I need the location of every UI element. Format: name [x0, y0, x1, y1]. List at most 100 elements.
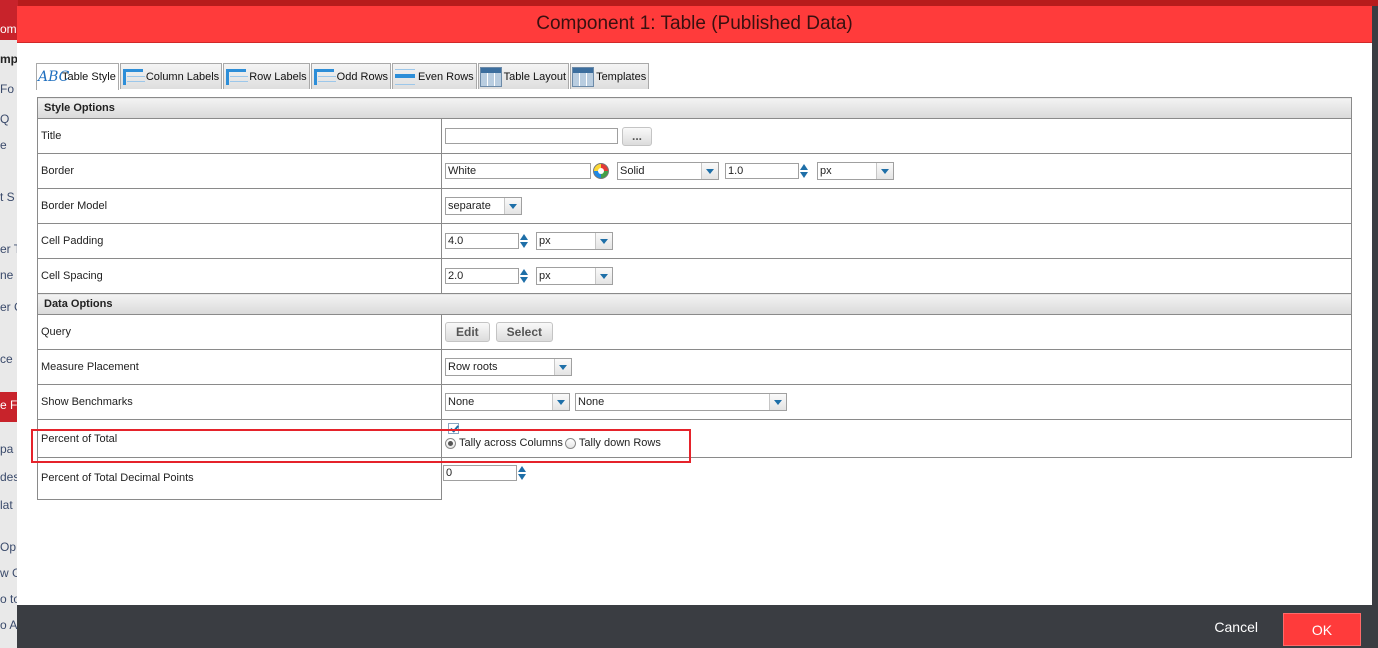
percent-of-total-checkbox[interactable] [448, 423, 459, 434]
benchmark-value-2: None [578, 396, 605, 408]
tally-across-columns-label[interactable]: Tally across Columns [459, 437, 563, 449]
background-text: des [0, 470, 18, 484]
tally-radio-group: Tally across Columns Tally down Rows [445, 437, 1351, 449]
measure-placement-select[interactable]: Row roots [445, 358, 572, 376]
spinner-arrows-icon[interactable] [800, 163, 808, 179]
decimal-points-spinner[interactable]: 0 [443, 465, 1340, 481]
background-text: ne [0, 268, 14, 282]
border-unit-select[interactable]: px [817, 162, 894, 180]
property-row: Query Edit Select [37, 314, 1352, 350]
chevron-down-icon [595, 268, 612, 284]
cell-spacing-unit-select[interactable]: px [536, 267, 613, 285]
background-text: mp [0, 52, 18, 66]
background-text: om [0, 22, 17, 36]
abc-icon: ABC [38, 69, 70, 85]
border-style-select[interactable]: Solid [617, 162, 719, 180]
column-labels-icon [122, 67, 144, 87]
spinner-arrows-icon[interactable] [520, 268, 528, 284]
property-row: Title ... [37, 118, 1352, 154]
tab-label: Templates [596, 70, 647, 83]
border-width-input[interactable]: 1.0 [725, 163, 799, 179]
tab-templates[interactable]: Templates [570, 63, 650, 89]
cell-spacing-input[interactable]: 2.0 [445, 268, 519, 284]
border-model-label: Border Model [37, 188, 442, 224]
tab-column-labels[interactable]: Column Labels [119, 63, 223, 89]
background-text: e F [0, 398, 18, 412]
query-label: Query [37, 314, 442, 350]
section-header-data-options: Data Options [37, 293, 1352, 315]
chevron-down-icon [595, 233, 612, 249]
chevron-down-icon [876, 163, 893, 179]
border-color-input[interactable]: White [445, 163, 591, 179]
border-style-value: Solid [620, 165, 645, 177]
tab-label: Odd Rows [336, 70, 389, 83]
background-text: e [0, 138, 7, 152]
table-layout-icon [479, 66, 502, 87]
row-labels-icon [225, 67, 247, 87]
background-text: Fo [0, 82, 15, 96]
property-row: Percent of Total Decimal Points 0 [37, 457, 1352, 500]
property-row: Border White Solid 1.0 px [37, 153, 1352, 189]
measure-placement-value: Row roots [448, 361, 498, 373]
cell-padding-spinner[interactable]: 4.0 [445, 233, 528, 249]
cancel-button[interactable]: Cancel [1214, 619, 1258, 635]
chevron-down-icon [504, 198, 521, 214]
background-text: er G [0, 300, 18, 314]
property-row: Cell Spacing 2.0 px [37, 258, 1352, 294]
border-model-select[interactable]: separate [445, 197, 522, 215]
tab-table-layout[interactable]: Table Layout [477, 63, 570, 89]
title-label: Title [37, 118, 442, 154]
property-row: Percent of Total Tally across Columns Tal… [37, 419, 1352, 458]
background-text: er T [0, 242, 18, 256]
cell-spacing-label: Cell Spacing [37, 258, 442, 294]
decimal-points-input[interactable]: 0 [443, 465, 517, 481]
cell-padding-unit-value: px [539, 235, 551, 247]
cell-padding-unit-select[interactable]: px [536, 232, 613, 250]
chevron-down-icon [769, 394, 786, 410]
tally-down-rows-radio[interactable] [564, 437, 576, 449]
section-header: Data Options [37, 293, 1352, 315]
spinner-arrows-icon[interactable] [518, 465, 526, 481]
cell-padding-input[interactable]: 4.0 [445, 233, 519, 249]
title-input[interactable] [445, 128, 618, 144]
benchmark-select-1[interactable]: None [445, 393, 570, 411]
dialog-title: Component 1: Table (Published Data) [17, 6, 1372, 43]
even-rows-icon [394, 67, 416, 87]
tally-down-rows-label[interactable]: Tally down Rows [579, 437, 661, 449]
tab-table-style[interactable]: ABC Table Style [36, 63, 119, 90]
query-edit-button[interactable]: Edit [445, 322, 490, 342]
title-ellipsis-button[interactable]: ... [622, 126, 652, 146]
property-row: Measure Placement Row roots [37, 349, 1352, 385]
border-unit-value: px [820, 165, 832, 177]
background-text: Q [0, 112, 10, 126]
property-row: Cell Padding 4.0 px [37, 223, 1352, 259]
properties-table: Style Options Title ... Border White Sol… [37, 97, 1352, 500]
tab-label: Row Labels [249, 70, 307, 83]
spinner-arrows-icon[interactable] [520, 233, 528, 249]
tab-even-rows[interactable]: Even Rows [392, 63, 477, 89]
background-text: o to [0, 592, 18, 606]
benchmark-value-1: None [448, 396, 475, 408]
background-text: lat [0, 498, 13, 512]
color-palette-icon[interactable] [593, 163, 609, 179]
query-select-button[interactable]: Select [495, 322, 554, 342]
percent-of-total-label: Percent of Total [37, 419, 442, 458]
benchmark-select-2[interactable]: None [575, 393, 787, 411]
property-row: Border Model separate [37, 188, 1352, 224]
tab-odd-rows[interactable]: Odd Rows [310, 63, 392, 89]
cell-padding-label: Cell Padding [37, 223, 442, 259]
tab-label: Column Labels [145, 70, 220, 83]
property-row: Show Benchmarks None None [37, 384, 1352, 420]
tab-row-labels[interactable]: Row Labels [223, 63, 310, 89]
ok-button[interactable]: OK [1283, 613, 1361, 646]
tab-bar: ABC Table Style Column Labels Row Labels… [36, 63, 650, 90]
chevron-down-icon [554, 359, 571, 375]
tab-label: Table Layout [503, 70, 567, 83]
tab-label: Even Rows [418, 70, 474, 83]
border-width-spinner[interactable]: 1.0 [725, 163, 808, 179]
chevron-down-icon [552, 394, 569, 410]
background-text: o A [0, 618, 18, 632]
background-text: ce [0, 352, 13, 366]
tally-across-columns-radio[interactable] [445, 437, 456, 449]
cell-spacing-spinner[interactable]: 2.0 [445, 268, 528, 284]
